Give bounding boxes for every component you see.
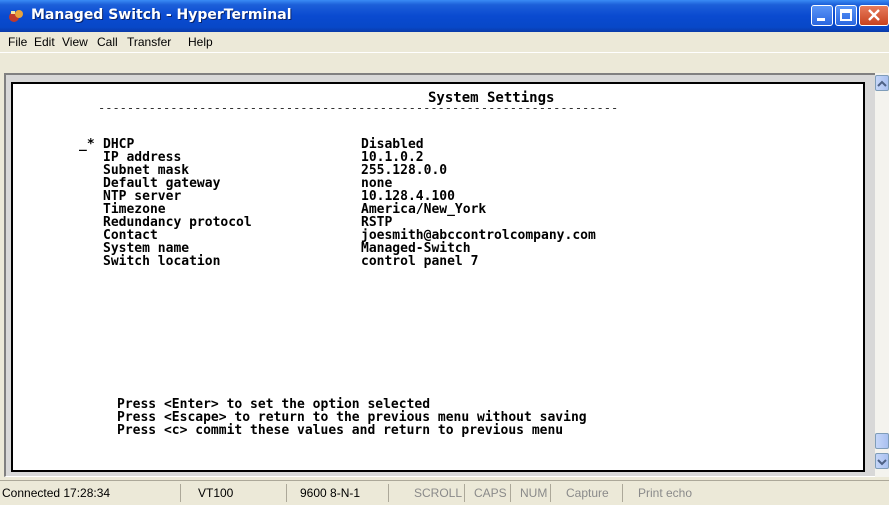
terminal-screen[interactable]: System Settings ------------------------…: [11, 82, 865, 472]
setting-value: control panel 7: [361, 254, 479, 269]
help-line: Press <c> commit these values and return…: [117, 423, 564, 438]
connection-status: Connected 17:28:34: [2, 486, 111, 500]
capture-indicator: Capture: [566, 486, 609, 500]
scroll-up-button[interactable]: [875, 75, 889, 91]
status-divider: [464, 484, 465, 502]
menu-call[interactable]: Call: [97, 35, 118, 49]
close-icon: [868, 9, 880, 21]
setting-label[interactable]: Switch location: [103, 255, 220, 268]
hyperterminal-icon: [9, 10, 23, 22]
scroll-lock-indicator: SCROLL: [414, 486, 463, 500]
num-lock-indicator: NUM: [520, 486, 548, 500]
status-divider: [388, 484, 389, 502]
menubar-divider: [0, 52, 889, 53]
menu-view[interactable]: View: [62, 35, 88, 49]
status-divider: [180, 484, 181, 502]
port-settings: 9600 8-N-1: [300, 486, 361, 500]
emulation-status: VT100: [198, 486, 234, 500]
menu-help[interactable]: Help: [188, 35, 213, 49]
maximize-button[interactable]: [835, 5, 857, 26]
status-divider: [510, 484, 511, 502]
selection-cursor: _*: [79, 137, 95, 152]
minimize-button[interactable]: [811, 5, 833, 26]
minimize-icon: [817, 18, 825, 21]
screen-divider: ----------------------------------------…: [98, 101, 619, 115]
status-bar: Connected 17:28:34 VT100 9600 8-N-1 SCRO…: [0, 480, 889, 505]
close-button[interactable]: [859, 5, 889, 26]
menu-transfer[interactable]: Transfer: [127, 35, 171, 49]
scroll-thumb[interactable]: [875, 433, 889, 449]
menu-edit[interactable]: Edit: [34, 35, 55, 49]
maximize-icon: [840, 9, 852, 21]
chevron-down-icon: [877, 459, 887, 466]
menu-bar: File Edit View Call Transfer Help: [0, 32, 889, 52]
status-divider: [622, 484, 623, 502]
menu-file[interactable]: File: [8, 35, 27, 49]
print-echo-indicator: Print echo: [638, 486, 693, 500]
title-bar: Managed Switch - HyperTerminal: [0, 0, 889, 32]
status-divider: [286, 484, 287, 502]
status-divider: [550, 484, 551, 502]
vertical-scrollbar[interactable]: [875, 73, 889, 477]
scroll-down-button[interactable]: [875, 453, 889, 469]
window-title: Managed Switch - HyperTerminal: [31, 7, 292, 23]
chevron-up-icon: [877, 80, 887, 87]
caps-lock-indicator: CAPS: [474, 486, 507, 500]
